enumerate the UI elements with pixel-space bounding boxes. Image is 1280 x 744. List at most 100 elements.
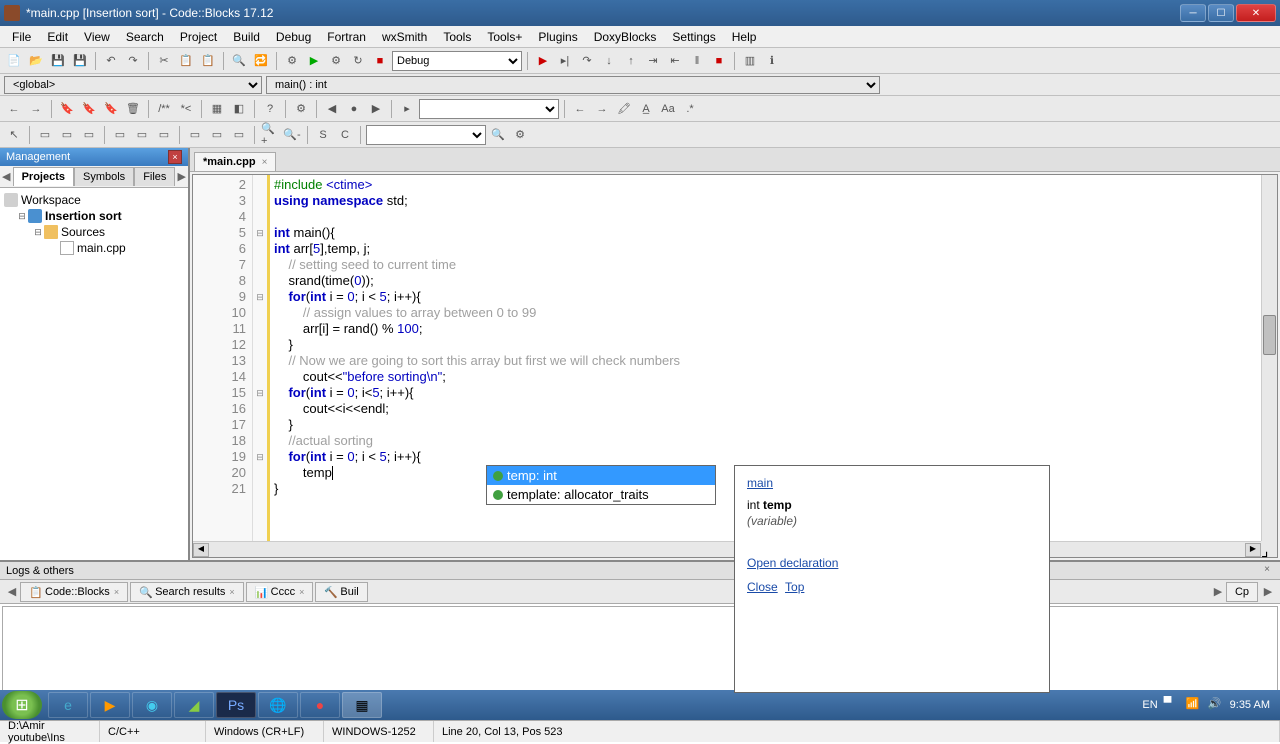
open-file-icon[interactable]: 📂 [26, 51, 46, 71]
highlight-prev-icon[interactable]: ← [570, 99, 590, 119]
tray-network-icon[interactable]: 📶 [1186, 697, 1202, 713]
jump-frame-icon[interactable]: ▸ [397, 99, 417, 119]
scope-global-select[interactable]: <global> [4, 76, 262, 94]
menu-doxyblocks[interactable]: DoxyBlocks [586, 28, 665, 46]
menu-tools[interactable]: Tools [435, 28, 479, 46]
start-button[interactable]: ⊞ [2, 691, 42, 719]
menu-tools+[interactable]: Tools+ [479, 28, 530, 46]
window-minimize-button[interactable]: ─ [1180, 4, 1206, 22]
window-close-button[interactable]: ✕ [1236, 4, 1276, 22]
build-run-icon[interactable]: ⚙ [326, 51, 346, 71]
autocomplete-popup[interactable]: temp: inttemplate: allocator_traits [486, 465, 716, 505]
zoom-in-icon[interactable]: 🔍+ [260, 125, 280, 145]
mgmt-tab-files[interactable]: Files [134, 167, 175, 186]
counting-loop-icon[interactable]: ▭ [229, 125, 249, 145]
management-close-button[interactable]: × [168, 150, 182, 164]
autocomplete-item[interactable]: template: allocator_traits [487, 485, 715, 504]
menu-search[interactable]: Search [118, 28, 172, 46]
regex-icon[interactable]: .* [680, 99, 700, 119]
debug-break-icon[interactable]: ‖ [687, 51, 707, 71]
nav-forward-icon[interactable]: → [26, 99, 46, 119]
taskbar-app2-icon[interactable]: ◢ [174, 692, 214, 718]
build-target-select[interactable]: Debug [392, 51, 522, 71]
save-icon[interactable]: 💾 [48, 51, 68, 71]
debug-step-out-icon[interactable]: ↑ [621, 51, 641, 71]
text-icon-a[interactable]: A̲ [636, 99, 656, 119]
highlight-next-icon[interactable]: → [592, 99, 612, 119]
tray-volume-icon[interactable]: 🔊 [1208, 697, 1224, 713]
taskbar-chrome-icon[interactable]: 🌐 [258, 692, 298, 718]
debug-stop-icon[interactable]: ■ [709, 51, 729, 71]
bookmark-toggle-icon[interactable]: 🔖 [57, 99, 77, 119]
window-maximize-button[interactable]: ☐ [1208, 4, 1234, 22]
logs-tab-next[interactable]: ▶ [1210, 585, 1226, 598]
doxy-run-icon[interactable]: ▦ [207, 99, 227, 119]
taskbar-ie-icon[interactable]: e [48, 692, 88, 718]
logs-tab-prev[interactable]: ◀ [4, 585, 20, 598]
src-icon[interactable]: S [313, 125, 333, 145]
editor-horizontal-scrollbar[interactable]: ◀▶ [193, 541, 1261, 557]
menu-edit[interactable]: Edit [39, 28, 76, 46]
instr-icon[interactable]: ▭ [57, 125, 77, 145]
menu-file[interactable]: File [4, 28, 39, 46]
logs-close-button[interactable]: × [1260, 564, 1274, 578]
editor-tab-main[interactable]: *main.cpp × [194, 152, 276, 171]
doxy-config-icon[interactable]: ⚙ [291, 99, 311, 119]
editor-tab-close-icon[interactable]: × [262, 157, 268, 168]
mgmt-tab-projects[interactable]: Projects [13, 167, 74, 186]
menu-settings[interactable]: Settings [664, 28, 723, 46]
debug-start-icon[interactable]: ▶ [533, 51, 553, 71]
project-tree[interactable]: Workspace ⊟Insertion sort ⊟Sources main.… [0, 188, 188, 560]
logs-tab-cccc[interactable]: 📊Cccc× [246, 582, 314, 602]
doxy-block-icon[interactable]: *< [176, 99, 196, 119]
doxy-comment-icon[interactable]: /** [154, 99, 174, 119]
debug-run-cursor-icon[interactable]: ▸| [555, 51, 575, 71]
menu-project[interactable]: Project [172, 28, 225, 46]
rebuild-icon[interactable]: ↻ [348, 51, 368, 71]
logs-tab-build[interactable]: 🔨Buil [315, 582, 367, 602]
debug-next-instr-icon[interactable]: ⇥ [643, 51, 663, 71]
highlight-icon[interactable]: 🖍 [614, 99, 634, 119]
mgmt-tab-next[interactable]: ▶ [175, 170, 188, 183]
doxy-html-icon[interactable]: ◧ [229, 99, 249, 119]
debug-windows-icon[interactable]: ▥ [740, 51, 760, 71]
block-icon[interactable]: ▭ [207, 125, 227, 145]
taskbar-codeblocks-icon[interactable]: ▦ [342, 692, 382, 718]
select-icon[interactable]: ↖ [4, 125, 24, 145]
logs-tab-search[interactable]: 🔍Search results× [130, 582, 244, 602]
menu-wxsmith[interactable]: wxSmith [374, 28, 435, 46]
search-opts-icon[interactable]: ⚙ [510, 125, 530, 145]
find-icon[interactable]: 🔍 [229, 51, 249, 71]
menu-build[interactable]: Build [225, 28, 268, 46]
menu-fortran[interactable]: Fortran [319, 28, 374, 46]
for-icon[interactable]: ▭ [110, 125, 130, 145]
return-icon[interactable]: ▭ [79, 125, 99, 145]
taskbar-record-icon[interactable]: ● [300, 692, 340, 718]
paste-icon[interactable]: 📋 [198, 51, 218, 71]
while-icon[interactable]: ▭ [132, 125, 152, 145]
jump-back-icon[interactable]: ◀ [322, 99, 342, 119]
zoom-out-icon[interactable]: 🔍- [282, 125, 302, 145]
run-icon[interactable]: ▶ [304, 51, 324, 71]
autocomplete-item[interactable]: temp: int [487, 466, 715, 485]
taskbar-wmp-icon[interactable]: ▶ [90, 692, 130, 718]
tray-clock[interactable]: 9:35 AM [1230, 699, 1270, 711]
search-go-icon[interactable]: 🔍 [488, 125, 508, 145]
jump-fwd-icon[interactable]: ▶ [366, 99, 386, 119]
mgmt-tab-symbols[interactable]: Symbols [74, 167, 134, 186]
if-icon[interactable]: ▭ [185, 125, 205, 145]
menu-help[interactable]: Help [724, 28, 765, 46]
c-icon[interactable]: C [335, 125, 355, 145]
redo-icon[interactable]: ↷ [123, 51, 143, 71]
logs-tab-codeblocks[interactable]: 📋Code::Blocks× [20, 582, 128, 602]
debug-next-icon[interactable]: ↷ [577, 51, 597, 71]
new-file-icon[interactable]: 📄 [4, 51, 24, 71]
fold-column[interactable]: ⊟⊟⊟⊟ [253, 175, 267, 557]
text-icon-aa[interactable]: Aa [658, 99, 678, 119]
jump-select[interactable] [419, 99, 559, 119]
jump-here-icon[interactable]: ● [344, 99, 364, 119]
tooltip-close-link[interactable]: Close [747, 580, 778, 594]
taskbar-photoshop-icon[interactable]: Ps [216, 692, 256, 718]
tray-flag-icon[interactable]: ▀ [1164, 697, 1180, 713]
doxy-chm-icon[interactable]: ? [260, 99, 280, 119]
